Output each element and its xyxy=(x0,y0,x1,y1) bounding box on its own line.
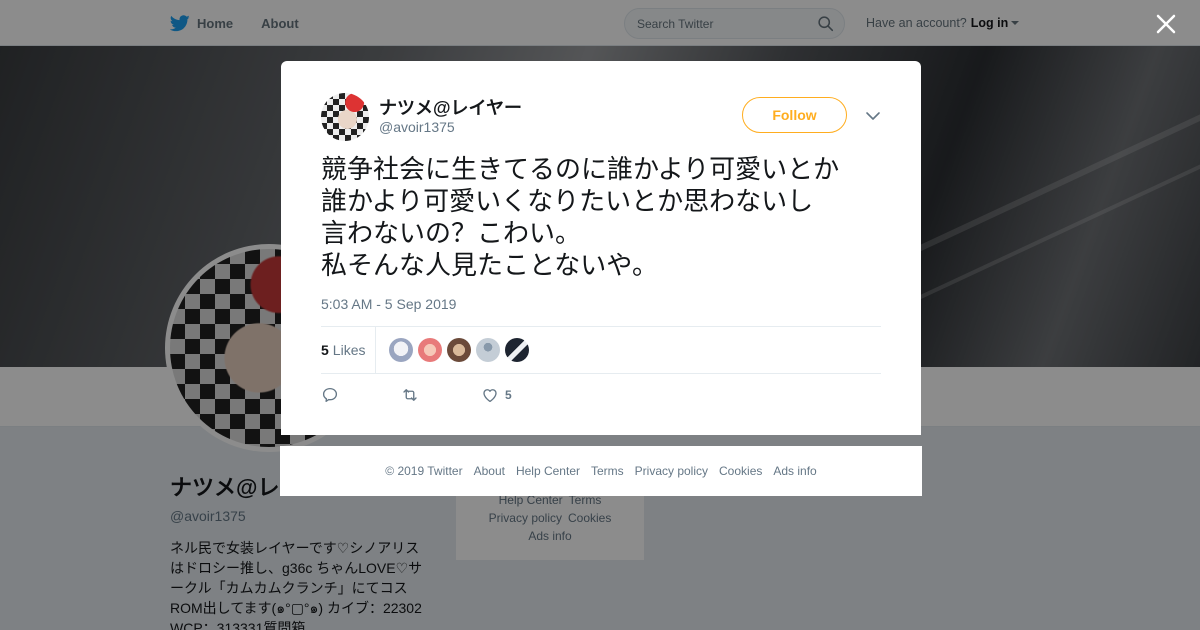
chevron-down-icon[interactable] xyxy=(865,108,881,124)
tweet-actions: 5 xyxy=(321,383,512,407)
likes-count: 5 xyxy=(321,342,329,358)
like-count: 5 xyxy=(505,388,512,402)
close-icon[interactable] xyxy=(1152,10,1180,38)
reply-icon xyxy=(322,387,338,403)
retweet-button[interactable] xyxy=(401,386,481,404)
footer-link-help-center[interactable]: Help Center xyxy=(516,464,580,478)
follow-button[interactable]: Follow xyxy=(742,97,847,133)
liker-avatar[interactable] xyxy=(476,338,500,362)
tweet-timestamp[interactable]: 5:03 AM - 5 Sep 2019 xyxy=(321,296,456,312)
likes-stat[interactable]: 5 Likes xyxy=(321,327,376,373)
footer-link-ads-info[interactable]: Ads info xyxy=(773,464,816,478)
liker-avatar[interactable] xyxy=(505,338,529,362)
likers-avatars xyxy=(389,338,534,362)
author-name[interactable]: ナツメ@レイヤー xyxy=(379,94,522,120)
liker-avatar[interactable] xyxy=(418,338,442,362)
author-handle[interactable]: @avoir1375 xyxy=(379,119,455,135)
liker-avatar[interactable] xyxy=(389,338,413,362)
retweet-icon xyxy=(403,389,417,401)
reply-button[interactable] xyxy=(321,386,401,404)
heart-icon xyxy=(483,389,497,403)
footer-link-about[interactable]: About xyxy=(474,464,505,478)
likes-label: Likes xyxy=(332,342,366,358)
tweet-stats: 5 Likes xyxy=(321,326,881,374)
footer-copyright: © 2019 Twitter xyxy=(385,464,463,478)
modal-footer: © 2019 Twitter About Help Center Terms P… xyxy=(280,446,922,496)
author-avatar[interactable] xyxy=(321,93,369,141)
liker-avatar[interactable] xyxy=(447,338,471,362)
footer-link-cookies[interactable]: Cookies xyxy=(719,464,762,478)
footer-link-terms[interactable]: Terms xyxy=(591,464,624,478)
footer-link-privacy[interactable]: Privacy policy xyxy=(635,464,708,478)
tweet-modal: ナツメ@レイヤー @avoir1375 Follow 競争社会に生きてるのに誰か… xyxy=(281,61,921,435)
tweet-text: 競争社会に生きてるのに誰かより可愛いとか 誰かより可愛いくなりたいとか思わないし… xyxy=(321,154,840,280)
like-button[interactable]: 5 xyxy=(481,386,512,404)
